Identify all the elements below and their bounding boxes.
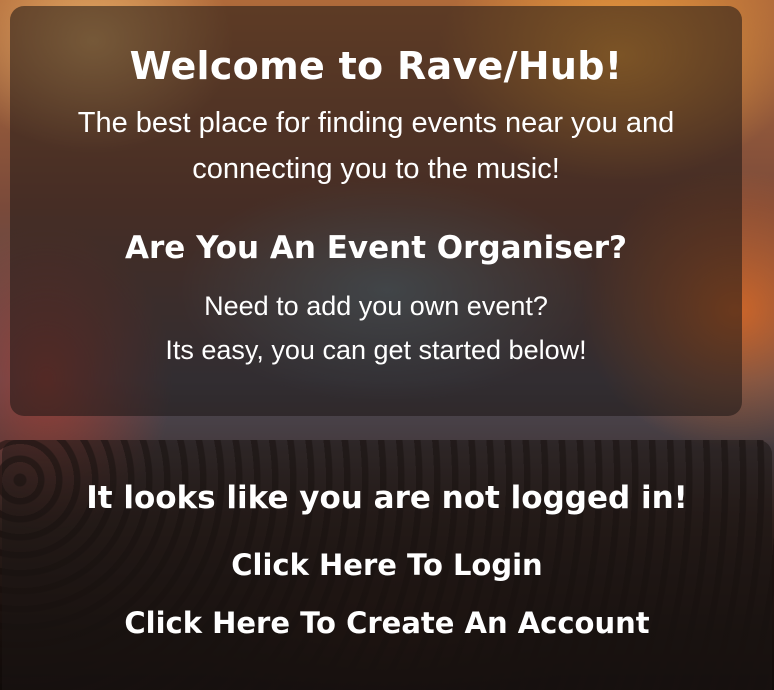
organiser-description: Need to add you own event? Its easy, you… bbox=[10, 284, 742, 372]
auth-panel: It looks like you are not logged in! Cli… bbox=[2, 440, 772, 690]
welcome-description: The best place for finding events near y… bbox=[30, 100, 722, 192]
create-account-link[interactable]: Click Here To Create An Account bbox=[2, 606, 772, 640]
welcome-line-2: connecting you to the music! bbox=[192, 153, 560, 185]
login-status-message: It looks like you are not logged in! bbox=[86, 480, 688, 516]
welcome-line-1: The best place for finding events near y… bbox=[77, 107, 675, 139]
login-link[interactable]: Click Here To Login bbox=[2, 548, 772, 582]
organiser-line-1: Need to add you own event? bbox=[204, 291, 548, 321]
welcome-title: Welcome to Rave/Hub! bbox=[129, 44, 623, 88]
organiser-title: Are You An Event Organiser? bbox=[125, 230, 627, 266]
organiser-line-2: Its easy, you can get started below! bbox=[165, 335, 587, 365]
welcome-panel: Welcome to Rave/Hub! The best place for … bbox=[10, 6, 742, 416]
